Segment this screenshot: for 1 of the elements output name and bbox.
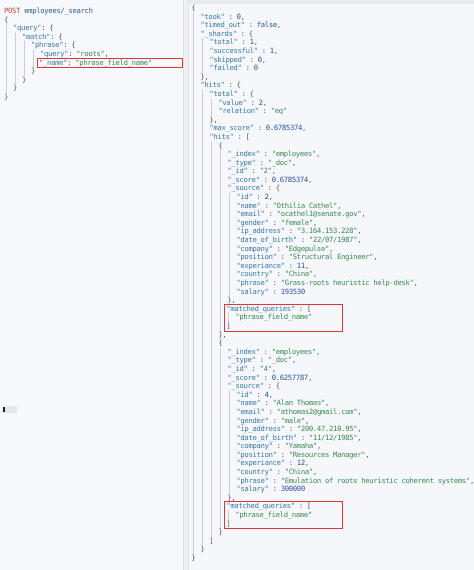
drag-handle-icon[interactable] bbox=[2, 406, 17, 413]
